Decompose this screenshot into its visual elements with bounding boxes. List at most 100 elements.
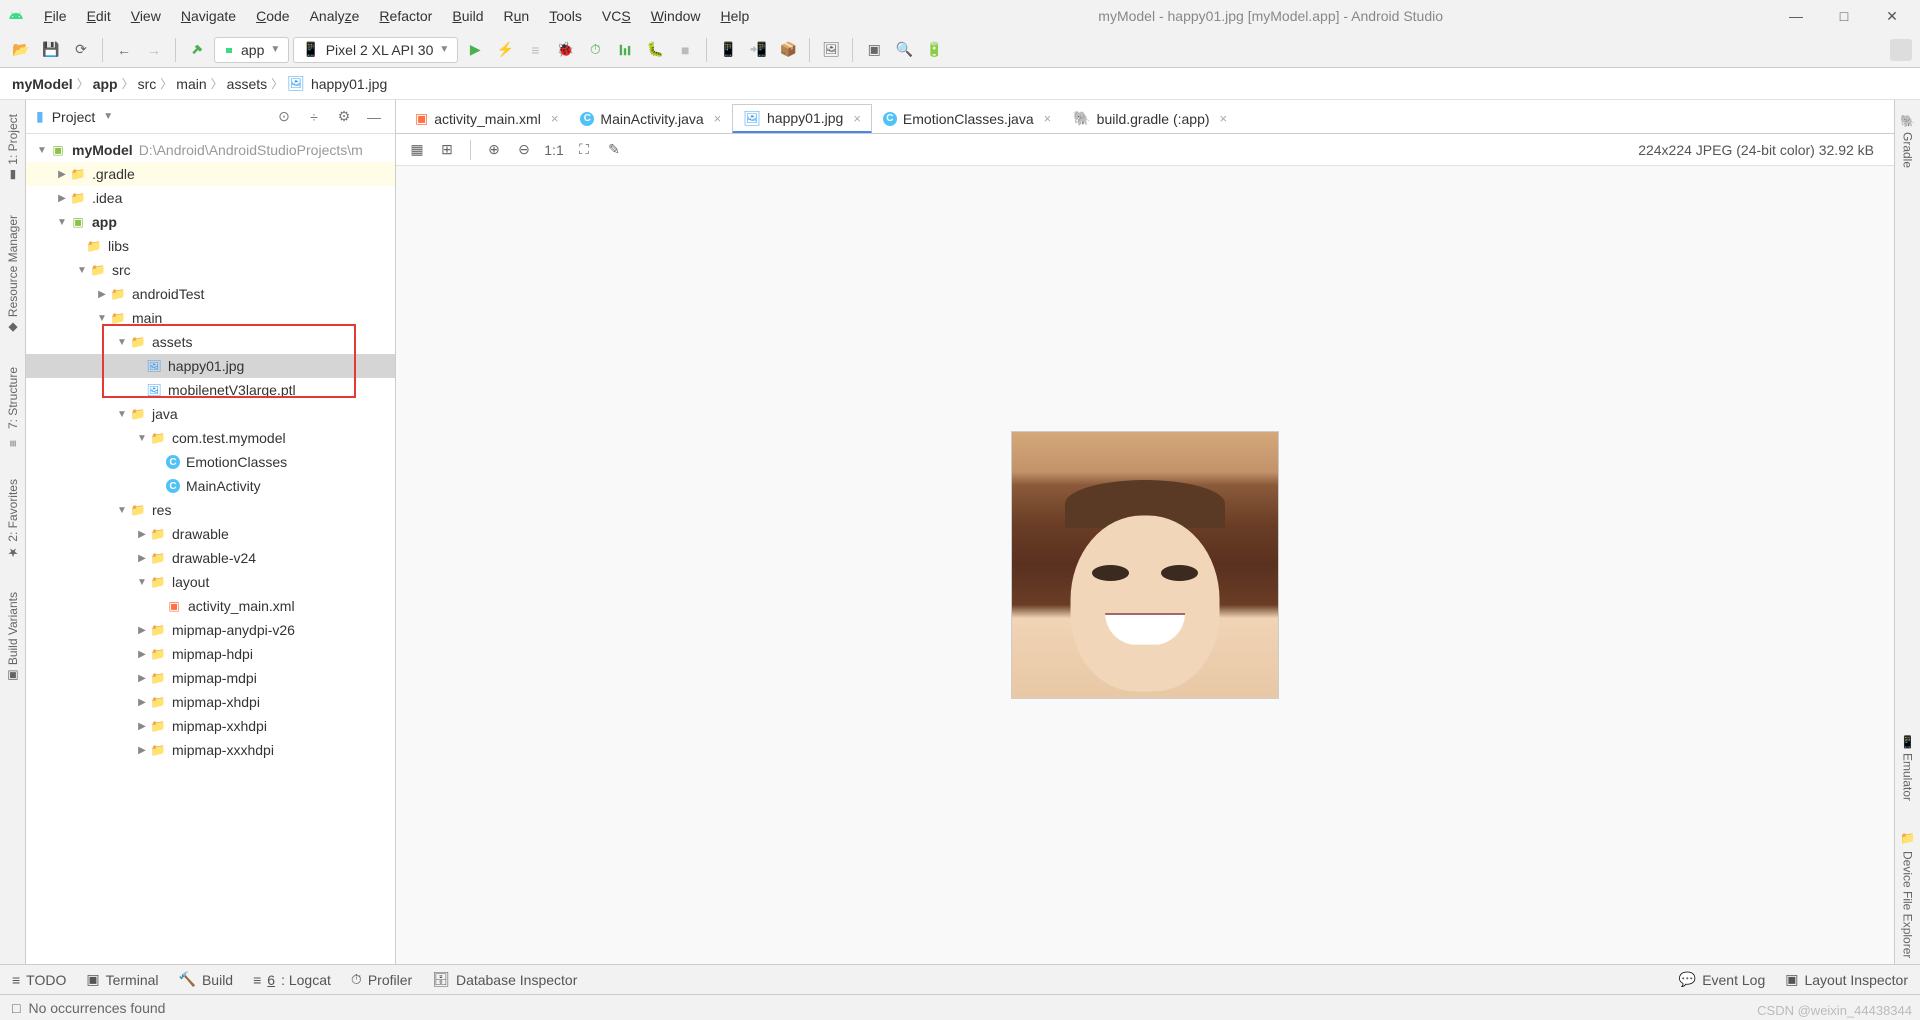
power-save-icon[interactable]: 🔋 (921, 37, 947, 63)
tree-layout[interactable]: ▼📁layout (26, 570, 395, 594)
avd-manager-icon[interactable]: 📱 (715, 37, 741, 63)
gutter-tab-emulator[interactable]: 📱Emulator (1899, 729, 1917, 807)
tab-main-activity[interactable]: CMainActivity.java× (569, 103, 732, 133)
menu-vcs[interactable]: VCS (594, 6, 639, 26)
gutter-tab-build-variants[interactable]: ▣Build Variants (4, 586, 22, 689)
crumb-assets[interactable]: assets (227, 76, 267, 92)
crumb-file[interactable]: happy01.jpg (311, 76, 387, 92)
coverage-icon[interactable]: ⏱ (582, 37, 608, 63)
crumb-app[interactable]: app (93, 76, 118, 92)
save-icon[interactable]: 💾 (38, 37, 64, 63)
tree-package[interactable]: ▼📁com.test.mymodel (26, 426, 395, 450)
sync-icon[interactable]: ⟳ (68, 37, 94, 63)
tree-mipmap-anydpi[interactable]: ▶📁mipmap-anydpi-v26 (26, 618, 395, 642)
zoom-in-icon[interactable]: ⊕ (481, 137, 507, 163)
menu-view[interactable]: View (123, 6, 169, 26)
bottom-tab-layout-inspector[interactable]: ▣ Layout Inspector (1785, 971, 1908, 988)
tree-mipmap-xhdpi[interactable]: ▶📁mipmap-xhdpi (26, 690, 395, 714)
minimize-button[interactable]: — (1784, 8, 1808, 25)
tab-activity-main[interactable]: ▣activity_main.xml× (404, 103, 569, 133)
gutter-tab-resource-manager[interactable]: ◆Resource Manager (4, 209, 22, 341)
attach-debugger-icon[interactable]: 🐛 (642, 37, 668, 63)
bottom-tab-event-log[interactable]: 💬 Event Log (1679, 971, 1766, 988)
bottom-tab-terminal[interactable]: ▣ Terminal (86, 971, 158, 988)
menu-analyze[interactable]: Analyze (302, 6, 368, 26)
tree-idea[interactable]: ▶📁.idea (26, 186, 395, 210)
maximize-button[interactable]: □ (1832, 8, 1856, 25)
menu-tools[interactable]: Tools (541, 6, 590, 26)
project-tree[interactable]: ▼▣myModelD:\Android\AndroidStudioProject… (26, 134, 395, 964)
menu-run[interactable]: Run (496, 6, 538, 26)
gutter-tab-structure[interactable]: ≡7: Structure (4, 361, 22, 453)
tree-assets[interactable]: ▼📁assets (26, 330, 395, 354)
debug-button[interactable]: 🐞 (552, 37, 578, 63)
zoom-out-icon[interactable]: ⊖ (511, 137, 537, 163)
gutter-tab-favorites[interactable]: ★2: Favorites (4, 473, 22, 566)
tab-build-gradle[interactable]: 🐘build.gradle (:app)× (1062, 103, 1238, 133)
crumb-src[interactable]: src (138, 76, 157, 92)
crumb-root[interactable]: myModel (12, 76, 73, 92)
bottom-tab-database[interactable]: 🗄 Database Inspector (432, 971, 577, 988)
stop-button[interactable]: ■ (672, 37, 698, 63)
device-selector[interactable]: 📱 Pixel 2 XL API 30 ▼ (293, 37, 458, 63)
gutter-tab-project[interactable]: ▮1: Project (4, 108, 22, 189)
tree-mobilenet[interactable]: 🖼mobilenetV3large.ptl (26, 378, 395, 402)
tree-happy01[interactable]: 🖼happy01.jpg (26, 354, 395, 378)
close-icon[interactable]: × (714, 111, 722, 126)
bottom-tab-logcat[interactable]: ≡ 6: Logcat (253, 972, 331, 988)
search-icon[interactable]: 🔍 (891, 37, 917, 63)
tree-drawable-v24[interactable]: ▶📁drawable-v24 (26, 546, 395, 570)
gutter-tab-device-file-explorer[interactable]: 📁Device File Explorer (1899, 827, 1917, 964)
device-manager-icon[interactable]: 📲 (745, 37, 771, 63)
tree-mipmap-xxxhdpi[interactable]: ▶📁mipmap-xxxhdpi (26, 738, 395, 762)
fit-to-screen-icon[interactable]: ⛶ (571, 137, 597, 163)
tree-main[interactable]: ▼📁main (26, 306, 395, 330)
tree-mipmap-xxhdpi[interactable]: ▶📁mipmap-xxhdpi (26, 714, 395, 738)
apply-changes-icon[interactable]: ⚡ (492, 37, 518, 63)
menu-help[interactable]: Help (713, 6, 758, 26)
sdk-manager-icon[interactable]: 📦 (775, 37, 801, 63)
tree-libs[interactable]: 📁libs (26, 234, 395, 258)
close-icon[interactable]: × (1220, 111, 1228, 126)
user-avatar-icon[interactable] (1890, 39, 1912, 61)
settings-gear-icon[interactable]: ⚙ (333, 106, 355, 128)
minimize-panel-icon[interactable]: — (363, 106, 385, 128)
close-icon[interactable]: × (1044, 111, 1052, 126)
tree-emotion-classes[interactable]: CEmotionClasses (26, 450, 395, 474)
scroll-from-source-icon[interactable]: ⊙ (273, 106, 295, 128)
image-canvas[interactable] (396, 166, 1894, 964)
profile-icon[interactable] (612, 37, 638, 63)
panel-title[interactable]: Project (52, 109, 96, 125)
color-picker-icon[interactable]: ✎ (601, 137, 627, 163)
menu-refactor[interactable]: Refactor (371, 6, 440, 26)
filter-icon[interactable]: ÷ (303, 106, 325, 128)
tree-drawable[interactable]: ▶📁drawable (26, 522, 395, 546)
grid-icon[interactable]: ⊞ (434, 137, 460, 163)
tree-root[interactable]: ▼▣myModelD:\Android\AndroidStudioProject… (26, 138, 395, 162)
forward-button[interactable]: → (141, 37, 167, 63)
tree-mipmap-mdpi[interactable]: ▶📁mipmap-mdpi (26, 666, 395, 690)
close-button[interactable]: ✕ (1880, 8, 1904, 25)
menu-window[interactable]: Window (643, 6, 709, 26)
transparency-grid-icon[interactable]: ▦ (404, 137, 430, 163)
close-icon[interactable]: × (853, 111, 861, 126)
gutter-tab-gradle[interactable]: 🐘Gradle (1899, 108, 1917, 174)
run-button[interactable]: ▶ (462, 37, 488, 63)
tab-happy01[interactable]: 🖼happy01.jpg× (732, 104, 872, 134)
tree-app[interactable]: ▼▣app (26, 210, 395, 234)
tree-gradle[interactable]: ▶📁.gradle (26, 162, 395, 186)
menu-navigate[interactable]: Navigate (173, 6, 244, 26)
run-config-selector[interactable]: app ▼ (214, 37, 289, 63)
close-icon[interactable]: × (551, 111, 559, 126)
tree-java[interactable]: ▼📁java (26, 402, 395, 426)
actual-size-icon[interactable]: 1:1 (541, 137, 567, 163)
menu-build[interactable]: Build (444, 6, 491, 26)
bottom-tab-build[interactable]: 🔨 Build (179, 971, 234, 988)
tree-androidtest[interactable]: ▶📁androidTest (26, 282, 395, 306)
apply-code-icon[interactable]: ≡ (522, 37, 548, 63)
resource-manager-icon[interactable]: 🖼 (818, 37, 844, 63)
project-structure-icon[interactable]: ▣ (861, 37, 887, 63)
tree-activity-main-xml[interactable]: ▣activity_main.xml (26, 594, 395, 618)
back-button[interactable]: ← (111, 37, 137, 63)
crumb-main[interactable]: main (176, 76, 206, 92)
